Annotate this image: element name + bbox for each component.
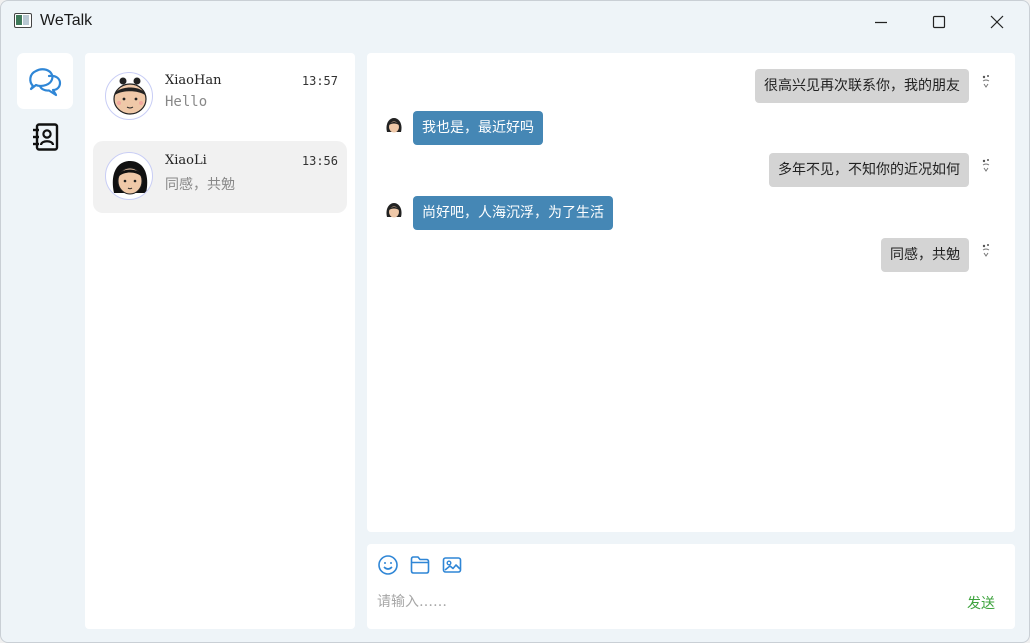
message-bubble[interactable]: 尚好吧，人海沉浮，为了生活 — [413, 196, 613, 230]
image-button[interactable] — [441, 554, 463, 576]
conversation-name: XiaoLi — [165, 153, 207, 168]
maximize-icon — [932, 15, 946, 29]
avatar — [105, 72, 153, 120]
maximize-button[interactable] — [910, 1, 968, 43]
conversation-preview: 同感，共勉 — [165, 177, 235, 193]
message-outgoing: 多年不见，不知你的近况如何 — [367, 153, 1015, 189]
message-bubble[interactable]: 很高兴见再次联系你，我的朋友 — [755, 69, 969, 103]
message-bubble[interactable]: 多年不见，不知你的近况如何 — [769, 153, 969, 187]
user-avatar-icon — [982, 75, 990, 88]
title-bar[interactable]: WeTalk — [1, 1, 1029, 43]
contacts-book-icon — [33, 123, 59, 151]
boy-avatar-icon — [113, 77, 147, 115]
image-icon — [442, 557, 462, 573]
conversation-item-xiaoli[interactable]: XiaoLi 13:56 同感，共勉 — [93, 141, 347, 213]
conversation-list: XiaoHan 13:57 Hello XiaoLi 13:56 同感，共勉 — [85, 53, 355, 629]
message-input[interactable] — [377, 588, 937, 616]
message-outgoing: 同感，共勉 — [367, 238, 1015, 274]
girl-avatar-icon — [112, 161, 148, 195]
avatar — [105, 152, 153, 200]
message-incoming: 尚好吧，人海沉浮，为了生活 — [367, 196, 1015, 232]
file-button[interactable] — [409, 554, 431, 576]
close-button[interactable] — [968, 1, 1026, 43]
conversation-preview: Hello — [165, 94, 208, 110]
close-icon — [990, 15, 1004, 29]
minimize-button[interactable] — [852, 1, 910, 43]
minimize-icon — [875, 21, 887, 24]
nav-contacts-button[interactable] — [17, 111, 73, 163]
contact-avatar-icon — [386, 203, 402, 218]
message-incoming: 我也是，最近好吗 — [367, 111, 1015, 147]
window-title: WeTalk — [40, 12, 93, 29]
composer: 发送 — [367, 544, 1015, 629]
chat-bubbles-icon — [29, 68, 62, 97]
user-avatar-icon — [982, 244, 990, 257]
emoji-button[interactable] — [377, 554, 399, 576]
message-bubble[interactable]: 同感，共勉 — [881, 238, 969, 272]
nav-chats-button[interactable] — [17, 53, 73, 109]
message-outgoing: 很高兴见再次联系你，我的朋友 — [367, 69, 1015, 105]
send-button[interactable]: 发送 — [967, 593, 995, 613]
conversation-time: 13:56 — [301, 154, 338, 168]
app-window: WeTalk XiaoHan 13:57 Hello XiaoLi 13:56 … — [0, 0, 1030, 643]
conversation-name: XiaoHan — [165, 73, 222, 88]
conversation-item-xiaohan[interactable]: XiaoHan 13:57 Hello — [93, 61, 347, 133]
app-icon — [14, 13, 32, 28]
contact-avatar-icon — [386, 118, 402, 133]
user-avatar-icon — [982, 159, 990, 172]
emoji-icon — [378, 555, 398, 575]
folder-icon — [410, 556, 430, 574]
message-bubble[interactable]: 我也是，最近好吗 — [413, 111, 543, 145]
message-area[interactable]: 很高兴见再次联系你，我的朋友 我也是，最近好吗 多年不见，不知你的近况如何 尚好… — [367, 53, 1015, 532]
conversation-time: 13:57 — [301, 74, 338, 88]
